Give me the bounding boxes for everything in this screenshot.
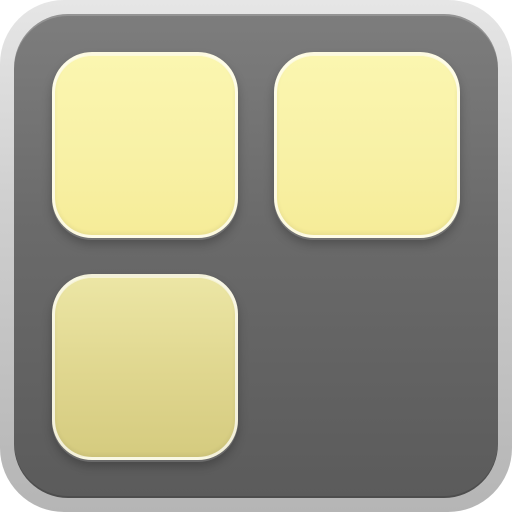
app-icon-frame xyxy=(0,0,512,512)
tile-bottom-left xyxy=(52,274,238,460)
tile-top-left xyxy=(52,52,238,238)
tile-top-right xyxy=(274,52,460,238)
